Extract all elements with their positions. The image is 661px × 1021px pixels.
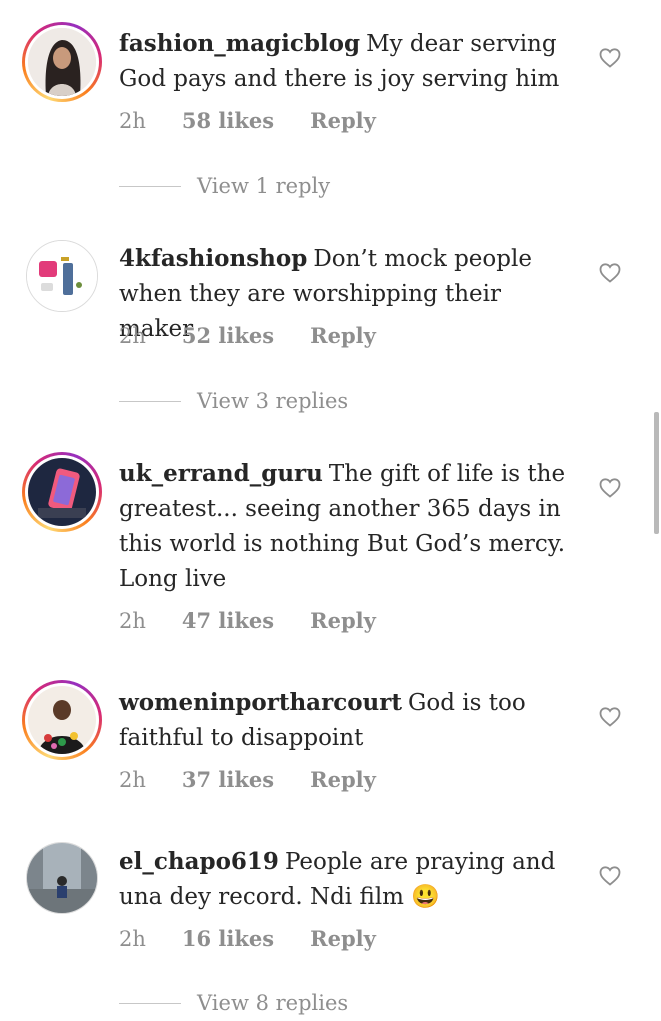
comment-username[interactable]: el_chapo619 (119, 848, 279, 875)
comment-text: el_chapo619 People are praying and una de… (119, 844, 579, 915)
comment-username[interactable]: womeninportharcourt (119, 689, 402, 716)
avatar[interactable] (26, 842, 98, 914)
divider-line (119, 400, 181, 402)
comment-likes[interactable]: 58 likes (182, 108, 274, 133)
comment-username[interactable]: uk_errand_guru (119, 460, 323, 487)
view-replies-label: View 8 replies (197, 991, 349, 1015)
comment-meta: 2h 37 likes Reply (119, 767, 376, 792)
reply-button[interactable]: Reply (310, 323, 376, 348)
comment-time: 2h (119, 608, 146, 633)
comment-meta: 2h 58 likes Reply (119, 108, 376, 133)
scrollbar[interactable] (654, 412, 659, 534)
view-replies-label: View 1 reply (197, 174, 331, 198)
comment-text: uk_errand_guru The gift of life is the gr… (119, 456, 579, 597)
comment-meta: 2h 16 likes Reply (119, 926, 376, 951)
heart-icon[interactable] (598, 705, 622, 729)
heart-icon[interactable] (598, 864, 622, 888)
comment-likes[interactable]: 37 likes (182, 767, 274, 792)
comment-meta: 2h 52 likes Reply (119, 323, 376, 348)
comment-text: fashion_magicblog My dear serving God pay… (119, 26, 579, 97)
comment-likes[interactable]: 16 likes (182, 926, 274, 951)
heart-icon[interactable] (598, 476, 622, 500)
comment-text: womeninportharcourt God is too faithful t… (119, 685, 579, 756)
heart-icon[interactable] (598, 261, 622, 285)
heart-icon[interactable] (598, 46, 622, 70)
divider-line (119, 185, 181, 187)
avatar[interactable] (22, 22, 102, 102)
view-replies-label: View 3 replies (197, 389, 349, 413)
reply-button[interactable]: Reply (310, 108, 376, 133)
view-replies-button[interactable]: View 8 replies (119, 991, 348, 1015)
avatar[interactable] (22, 680, 102, 760)
reply-button[interactable]: Reply (310, 608, 376, 633)
comment-likes[interactable]: 52 likes (182, 323, 274, 348)
comment-time: 2h (119, 767, 146, 792)
comment-meta: 2h 47 likes Reply (119, 608, 376, 633)
comment-time: 2h (119, 323, 146, 348)
comment-likes[interactable]: 47 likes (182, 608, 274, 633)
reply-button[interactable]: Reply (310, 767, 376, 792)
avatar[interactable] (22, 452, 102, 532)
view-replies-button[interactable]: View 3 replies (119, 389, 348, 413)
comment-username[interactable]: fashion_magicblog (119, 30, 360, 57)
divider-line (119, 1002, 181, 1004)
reply-button[interactable]: Reply (310, 926, 376, 951)
comment-time: 2h (119, 108, 146, 133)
comment-time: 2h (119, 926, 146, 951)
view-replies-button[interactable]: View 1 reply (119, 174, 330, 198)
avatar[interactable] (26, 240, 98, 312)
comment-username[interactable]: 4kfashionshop (119, 245, 307, 272)
